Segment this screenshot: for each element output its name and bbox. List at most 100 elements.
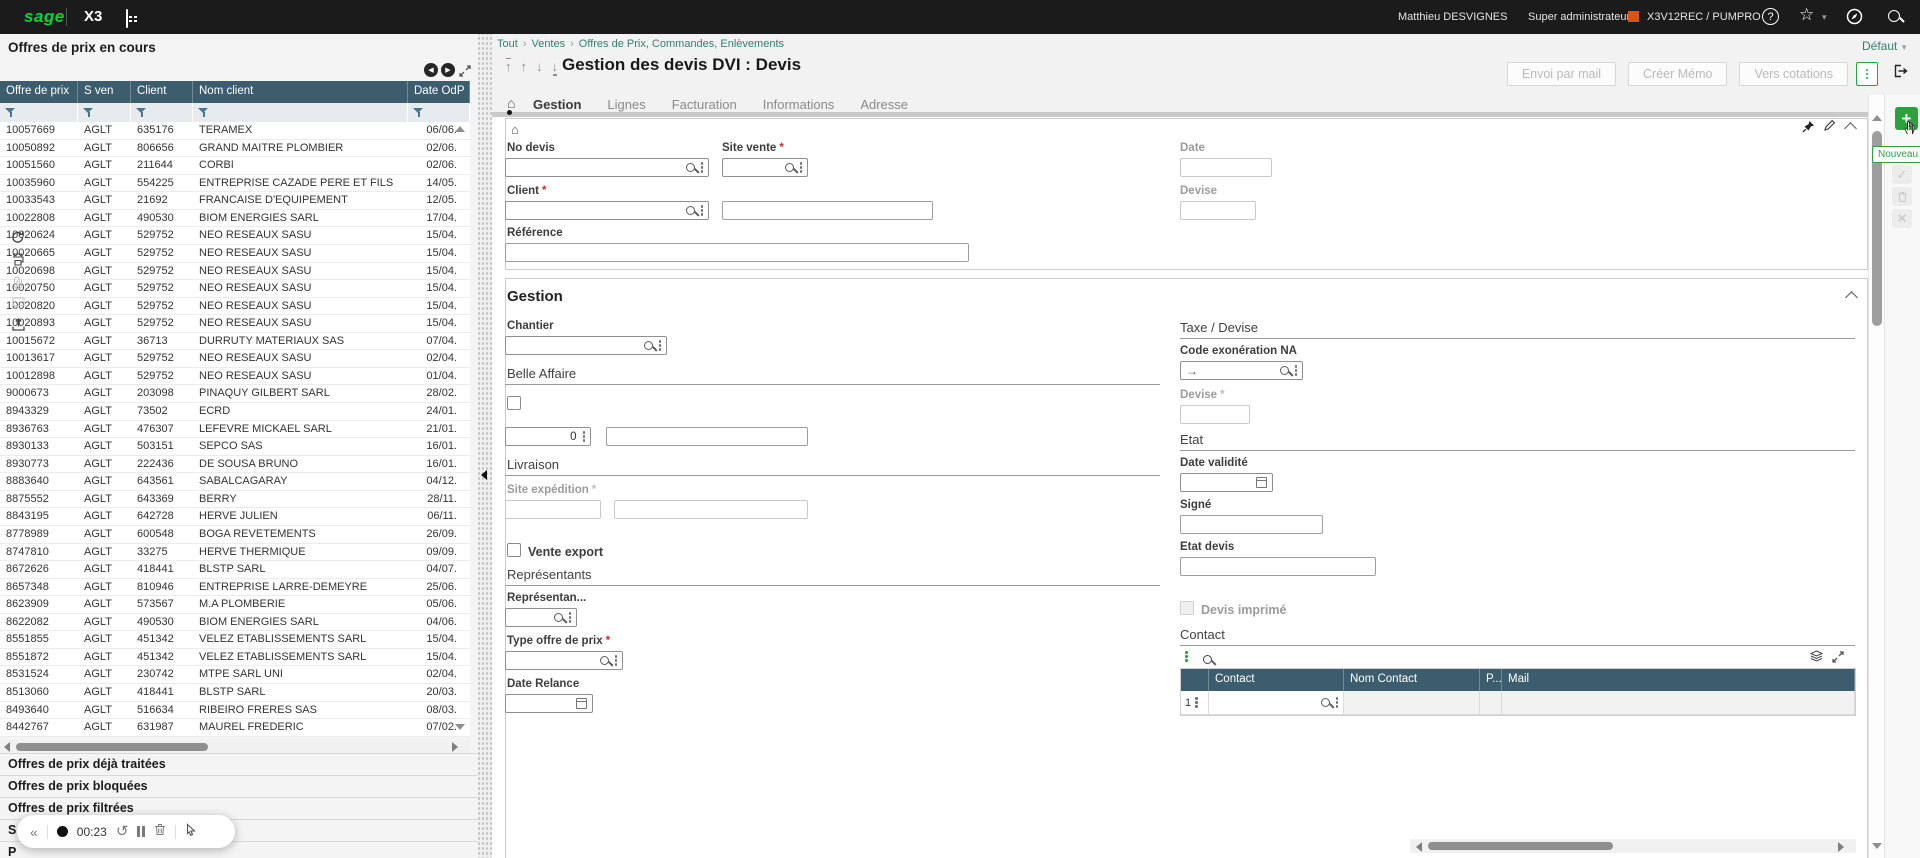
print-icon[interactable] (0, 253, 36, 266)
vscroll-up-icon[interactable] (1872, 115, 1882, 121)
lookup-icon[interactable] (1279, 366, 1289, 375)
column-header[interactable]: Nom client (193, 81, 408, 103)
more-actions-button[interactable] (1856, 62, 1878, 86)
tab-lignes[interactable]: Lignes (607, 97, 645, 112)
hscroll-left-icon[interactable] (4, 742, 10, 752)
left-table-hscrollbar[interactable] (0, 740, 470, 753)
vente-export-checkbox[interactable] (507, 543, 521, 557)
table-row[interactable]: 10035960 AGLT 554225 ENTREPRISE CAZADE PERE… (0, 174, 470, 193)
table-row[interactable]: 10051560 AGLT 211644 CORBI 02/06. (0, 157, 470, 175)
contact-column-header[interactable]: Contact (1209, 669, 1344, 691)
code-exoneration-input[interactable]: → (1180, 361, 1303, 380)
view-label[interactable]: Défaut (1862, 39, 1897, 53)
layers-icon[interactable] (1809, 649, 1824, 667)
record-dot-icon[interactable] (56, 826, 68, 837)
table-row[interactable]: 9000673 AGLT 203098 PINAQUY GILBERT SARL 28/… (0, 385, 470, 403)
table-row[interactable]: 10020665 AGLT 529752 NEO RESEAUX SASU 15/04. (0, 244, 470, 263)
signe-input[interactable] (1180, 515, 1323, 534)
view-selector[interactable]: Défaut ▾ (1862, 37, 1906, 55)
table-row[interactable]: 8531524 AGLT 230742 MTPE SARL UNI 02/04. (0, 666, 470, 684)
field-menu-icon[interactable] (582, 435, 585, 438)
date-relance-input[interactable] (505, 694, 593, 713)
table-row[interactable]: 8875552 AGLT 643369 BERRY 28/11. (0, 490, 470, 509)
table-row[interactable]: 8943329 AGLT 73502 ECRD 24/01. (0, 403, 470, 421)
filter-cell[interactable] (131, 103, 193, 122)
column-header[interactable]: Client (131, 81, 193, 103)
row-menu-icon[interactable] (1195, 701, 1198, 704)
next-page-icon[interactable]: ▶ (441, 63, 455, 77)
accordion-section[interactable]: Offres de prix bloquées (0, 775, 478, 797)
lookup-icon[interactable] (599, 656, 609, 665)
accordion-section[interactable]: Offres de prix déjà traitées (0, 753, 478, 775)
quantity-stepper[interactable]: 0 (505, 427, 591, 446)
hscroll-left-icon[interactable] (1416, 841, 1422, 852)
table-row[interactable]: 10057669 AGLT 635176 TERAMEX 06/06. (0, 122, 470, 140)
belle-affaire-checkbox[interactable] (507, 396, 521, 410)
client-input[interactable] (505, 201, 709, 220)
action-button[interactable]: Créer Mémo (1628, 62, 1728, 86)
hscroll-right-icon[interactable] (452, 742, 458, 752)
table-row[interactable]: 10022808 AGLT 490530 BIOM ENERGIES SARL 17/0… (0, 209, 470, 228)
field-menu-icon[interactable] (700, 166, 703, 169)
etat-devis-input[interactable] (1180, 557, 1376, 576)
refresh-icon[interactable] (0, 230, 36, 244)
table-row[interactable]: 10050892 AGLT 806656 GRAND MAITRE PLOMBIER 0… (0, 139, 470, 158)
table-row[interactable]: 8551855 AGLT 451342 VELEZ ETABLISSEMENTS SA… (0, 631, 470, 649)
contact-column-header[interactable]: Mail (1502, 669, 1855, 691)
lookup-icon[interactable] (643, 341, 653, 350)
pencil-icon[interactable] (1823, 119, 1836, 137)
field-menu-icon[interactable] (799, 166, 802, 169)
field-menu-icon[interactable] (658, 344, 661, 347)
representant-input[interactable] (505, 608, 577, 627)
first-record-icon[interactable]: ↑ (505, 57, 512, 73)
last-record-icon[interactable]: ↓ (552, 60, 558, 76)
hscroll-thumb[interactable] (1428, 842, 1613, 850)
table-row[interactable]: 8622082 AGLT 490530 BIOM ENERGIES SARL 04/06… (0, 613, 470, 632)
contact-column-header[interactable]: P... (1480, 669, 1502, 691)
table-row[interactable]: 10013617 AGLT 529752 NEO RESEAUX SASU 02/04. (0, 350, 470, 368)
table-row[interactable]: 10033543 AGLT 21692 FRANCAISE D'EQUIPEMENT 1… (0, 192, 470, 210)
table-row[interactable]: 10020893 AGLT 529752 NEO RESEAUX SASU 15/04. (0, 315, 470, 333)
calendar-icon[interactable] (126, 9, 128, 28)
no-devis-input[interactable] (505, 158, 709, 177)
table-scroll-up-icon[interactable] (455, 126, 465, 132)
next-record-icon[interactable]: ↓ (536, 60, 543, 73)
table-row[interactable]: 10020750 AGLT 529752 NEO RESEAUX SASU 15/04. (0, 280, 470, 298)
sage-logo[interactable]: sage (24, 7, 65, 27)
table-row[interactable]: 8442767 AGLT 631987 MAUREL FREDERIC 07/02. (0, 719, 470, 737)
table-row[interactable]: 8843195 AGLT 642728 HERVE JULIEN 06/11. (0, 508, 470, 526)
site-vente-input[interactable] (722, 158, 808, 177)
restart-recording-icon[interactable]: ↺ (116, 824, 129, 839)
table-row[interactable]: 8936763 AGLT 476307 LEFEVRE MICKAEL SARL 21/… (0, 420, 470, 439)
chantier-input[interactable] (505, 336, 667, 355)
help-icon[interactable]: ? (1762, 8, 1779, 25)
field-menu-icon[interactable] (568, 616, 571, 619)
lookup-icon[interactable] (685, 163, 695, 172)
table-row[interactable]: 10015672 AGLT 36713 DURRUTY MATERIAUX SAS 07… (0, 332, 470, 351)
breadcrumb-item[interactable]: Ventes (531, 38, 565, 50)
table-scroll-down-icon[interactable] (455, 724, 465, 730)
compass-icon[interactable] (1846, 8, 1863, 30)
vscroll-down-icon[interactable] (1872, 843, 1882, 849)
filter-cell[interactable] (193, 103, 408, 122)
calendar-icon[interactable] (1256, 477, 1267, 488)
jump-to-icon[interactable]: → (1186, 364, 1198, 378)
panel-separator[interactable] (478, 34, 492, 858)
table-row[interactable]: 8657348 AGLT 810946 ENTREPRISE LARRE-DEMEYR… (0, 578, 470, 597)
table-row[interactable]: 8883640 AGLT 643561 SABALCAGARAY 04/12. (0, 473, 470, 491)
breadcrumb-item[interactable]: Offres de Prix, Commandes, Enlèvements (579, 38, 784, 50)
table-row[interactable]: 10020624 AGLT 529752 NEO RESEAUX SASU 15/04. (0, 227, 470, 245)
contact-row[interactable]: 1 (1181, 691, 1855, 715)
search-icon[interactable] (1888, 9, 1900, 27)
filter-cell[interactable] (0, 103, 78, 122)
lookup-icon[interactable] (1320, 698, 1330, 707)
lookup-icon[interactable] (784, 163, 794, 172)
contact-column-header[interactable]: Nom Contact (1344, 669, 1480, 691)
column-header[interactable]: S ven (78, 81, 131, 103)
table-row[interactable]: 8778989 AGLT 600548 BOGA REVETEMENTS 26/09. (0, 525, 470, 544)
hscroll-right-icon[interactable] (1838, 841, 1844, 852)
table-row[interactable]: 8623909 AGLT 573567 M.A PLOMBERIE 05/06. (0, 596, 470, 614)
expand-panel-icon[interactable] (459, 64, 471, 82)
field-menu-icon[interactable] (1335, 701, 1338, 704)
user-name[interactable]: Matthieu DESVIGNES (1398, 11, 1507, 23)
